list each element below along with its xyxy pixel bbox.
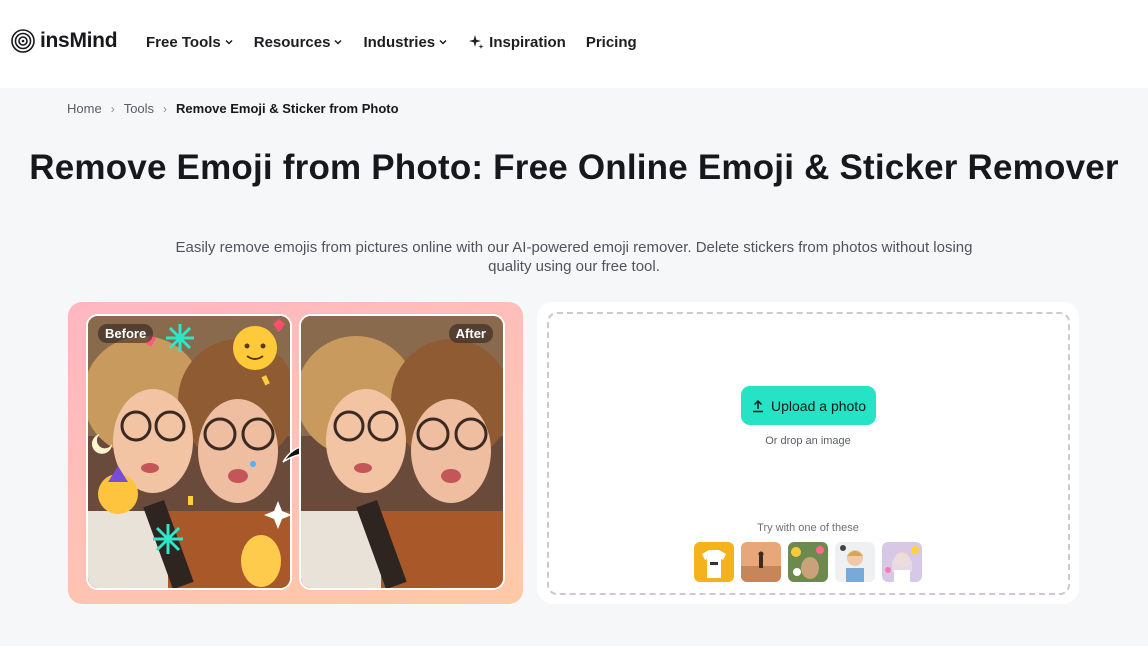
sample-image-girl[interactable] [882,542,922,582]
logo-text: insMind [40,29,118,52]
chevron-right-icon: › [110,101,115,116]
drop-hint: Or drop an image [765,435,851,447]
breadcrumb: Home › Tools › Remove Emoji & Sticker fr… [67,101,399,116]
nav-label: Free Tools [146,33,221,51]
before-label: Before [98,324,154,343]
breadcrumb-home[interactable]: Home [67,101,102,116]
upload-icon [753,399,764,412]
nav-resources[interactable]: Resources [254,31,344,53]
chevron-down-icon [439,39,447,45]
chevron-down-icon [334,39,342,45]
nav-label: Resources [253,33,331,51]
after-label: After [448,324,493,343]
nav-label: Industries [363,33,436,51]
sample-image-tshirt[interactable] [694,542,734,582]
nav-label: Inspiration [489,33,566,51]
sparkle-icon [469,35,484,49]
chevron-right-icon: › [163,101,168,116]
upload-button-label: Upload a photo [771,397,866,414]
logo[interactable]: insMind [11,29,118,53]
page-title: Remove Emoji from Photo: Free Online Emo… [29,148,1119,187]
before-image: Before [86,314,292,590]
nav-free-tools[interactable]: Free Tools [146,31,234,53]
main-nav: Free Tools Resources Industries Inspirat… [146,31,657,53]
nav-inspiration[interactable]: Inspiration [468,31,566,53]
before-after-showcase: Before After [68,302,523,604]
sample-image-dog[interactable] [788,542,828,582]
nav-pricing[interactable]: Pricing [586,31,637,53]
breadcrumb-current: Remove Emoji & Sticker from Photo [176,101,399,116]
nav-label: Pricing [585,33,637,51]
try-samples-label: Try with one of these [757,522,859,534]
breadcrumb-tools[interactable]: Tools [124,101,154,116]
chevron-down-icon [225,39,233,45]
upload-photo-button[interactable]: Upload a photo [741,386,876,425]
sample-image-child[interactable] [835,542,875,582]
page-subtitle: Easily remove emojis from pictures onlin… [175,239,973,275]
site-header: insMind Free Tools Resources Industries … [0,0,1148,88]
logo-icon [11,29,35,53]
after-image: After [299,314,505,590]
sample-images [694,542,922,582]
nav-industries[interactable]: Industries [363,31,448,53]
sample-image-beach[interactable] [741,542,781,582]
